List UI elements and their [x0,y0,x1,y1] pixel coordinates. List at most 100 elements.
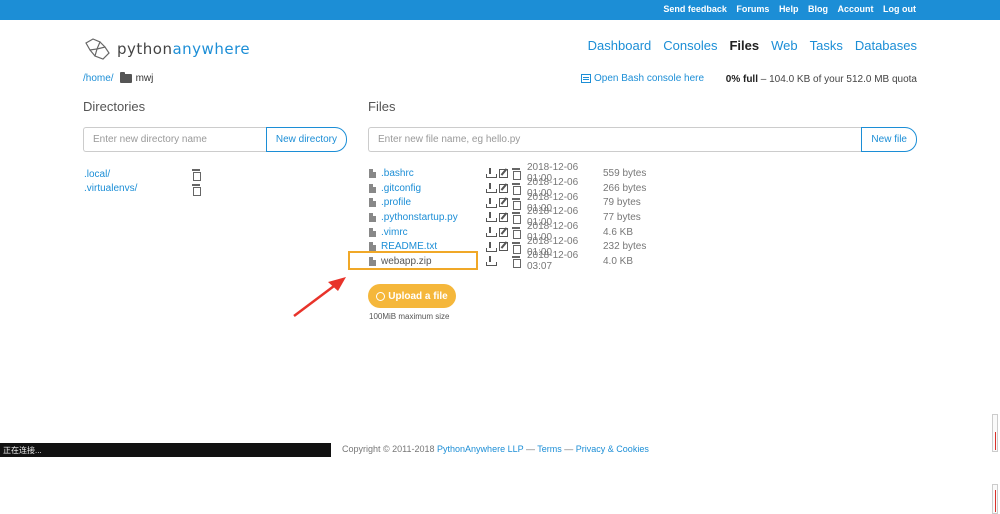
logo[interactable]: pythonanywhere [83,37,250,61]
footer-separator: — [561,444,576,454]
edit-icon[interactable] [499,183,508,193]
file-actions [486,212,527,225]
file-link[interactable]: .vimrc [381,227,486,238]
edit-icon[interactable] [499,242,508,252]
file-size: 4.6 KB [603,226,634,238]
file-icon [369,183,376,193]
highlight-annotation-box [348,251,478,270]
list-item: .bashrc 2018-12-06 01:00 559 bytes [369,162,647,184]
download-icon[interactable] [486,183,497,194]
top-links: Send feedback Forums Help Blog Account L… [656,4,916,14]
blog-link[interactable]: Blog [808,4,828,14]
footer-privacy-link[interactable]: Privacy & Cookies [576,444,649,454]
file-icon [369,227,376,237]
forums-link[interactable]: Forums [736,4,769,14]
folder-open-icon [119,72,132,83]
directory-link[interactable]: .local/ [84,169,192,180]
logo-text-part2: anywhere [172,40,251,58]
download-icon[interactable] [486,168,497,179]
file-size: 559 bytes [603,167,647,179]
file-actions [486,168,527,181]
new-file-button[interactable]: New file [861,127,917,152]
quota-info: 0% full – 104.0 KB of your 512.0 MB quot… [726,74,917,85]
list-item: .vimrc 2018-12-06 01:00 4.6 KB [369,221,646,243]
list-item: .local/ [84,167,201,182]
logo-text: pythonanywhere [117,40,250,58]
side-widget[interactable] [992,414,998,452]
help-link[interactable]: Help [779,4,799,14]
upload-icon [376,291,386,301]
footer: Copyright © 2011-2018 PythonAnywhere LLP… [342,444,649,454]
quota-detail: – 104.0 KB of your 512.0 MB quota [758,74,917,85]
new-directory-group: Enter new directory name New directory [83,127,347,152]
edit-placeholder [499,257,508,266]
trash-icon[interactable] [512,212,521,225]
trash-icon[interactable] [192,183,201,196]
breadcrumb-current: mwj [135,73,154,84]
directories-title: Directories [83,99,146,114]
nav-databases[interactable]: Databases [855,38,917,53]
edit-icon[interactable] [499,168,508,178]
trash-icon[interactable] [512,183,521,196]
new-directory-input[interactable]: Enter new directory name [83,127,266,152]
main-nav: Dashboard Consoles Files Web Tasks Datab… [588,38,917,53]
footer-company-link[interactable]: PythonAnywhere LLP [437,444,523,454]
edit-icon[interactable] [499,198,508,208]
upload-file-button[interactable]: Upload a file [368,284,456,308]
file-actions [486,241,527,254]
footer-copyright: Copyright © 2011-2018 [342,444,438,454]
file-size: 266 bytes [603,182,647,194]
send-feedback-link[interactable]: Send feedback [663,4,727,14]
download-icon[interactable] [486,256,497,267]
file-size: 4.0 KB [603,255,634,267]
side-widget[interactable] [992,484,998,514]
trash-icon[interactable] [512,168,521,181]
file-size: 232 bytes [603,241,647,253]
open-bash-console-link[interactable]: Open Bash console here [581,73,704,84]
download-icon[interactable] [486,227,497,238]
edit-icon[interactable] [499,227,508,237]
footer-separator: — [523,444,538,454]
download-icon[interactable] [486,212,497,223]
nav-files[interactable]: Files [729,38,759,53]
file-icon [369,242,376,252]
directory-list: .local/ .virtualenvs/ [84,167,201,197]
new-file-input[interactable]: Enter new file name, eg hello.py [368,127,862,152]
trash-icon[interactable] [512,241,521,254]
file-date: 2018-12-06 03:07 [527,250,579,273]
snake-logo-icon [85,38,110,60]
file-link[interactable]: .gitconfig [381,183,486,194]
edit-icon[interactable] [499,212,508,222]
download-icon[interactable] [486,197,497,208]
file-icon [369,168,376,178]
logout-link[interactable]: Log out [883,4,916,14]
list-item: .virtualenvs/ [84,182,201,197]
list-item: .pythonstartup.py 2018-12-06 01:00 77 by… [369,206,646,228]
console-icon [581,74,591,83]
file-link[interactable]: .bashrc [381,168,486,179]
file-link[interactable]: .profile [381,197,486,208]
nav-web[interactable]: Web [771,38,798,53]
file-size: 79 bytes [603,197,641,209]
file-actions [486,183,527,196]
trash-icon[interactable] [192,169,201,182]
nav-dashboard[interactable]: Dashboard [588,38,652,53]
trash-icon[interactable] [512,256,521,269]
trash-icon[interactable] [512,197,521,210]
nav-consoles[interactable]: Consoles [663,38,717,53]
file-actions [486,227,527,240]
directory-link[interactable]: .virtualenvs/ [84,183,192,194]
list-item: .profile 2018-12-06 01:00 79 bytes [369,192,646,214]
account-link[interactable]: Account [837,4,873,14]
footer-terms-link[interactable]: Terms [537,444,562,454]
browser-status-bar: 正在连接... [0,443,331,457]
trash-icon[interactable] [512,227,521,240]
file-link[interactable]: .pythonstartup.py [381,212,486,223]
file-actions [486,197,527,210]
new-file-group: Enter new file name, eg hello.py New fil… [368,127,917,152]
nav-tasks[interactable]: Tasks [810,38,843,53]
download-icon[interactable] [486,241,497,252]
file-actions [486,256,527,269]
new-directory-button[interactable]: New directory [265,127,347,152]
breadcrumb-home[interactable]: /home/ [83,73,114,84]
